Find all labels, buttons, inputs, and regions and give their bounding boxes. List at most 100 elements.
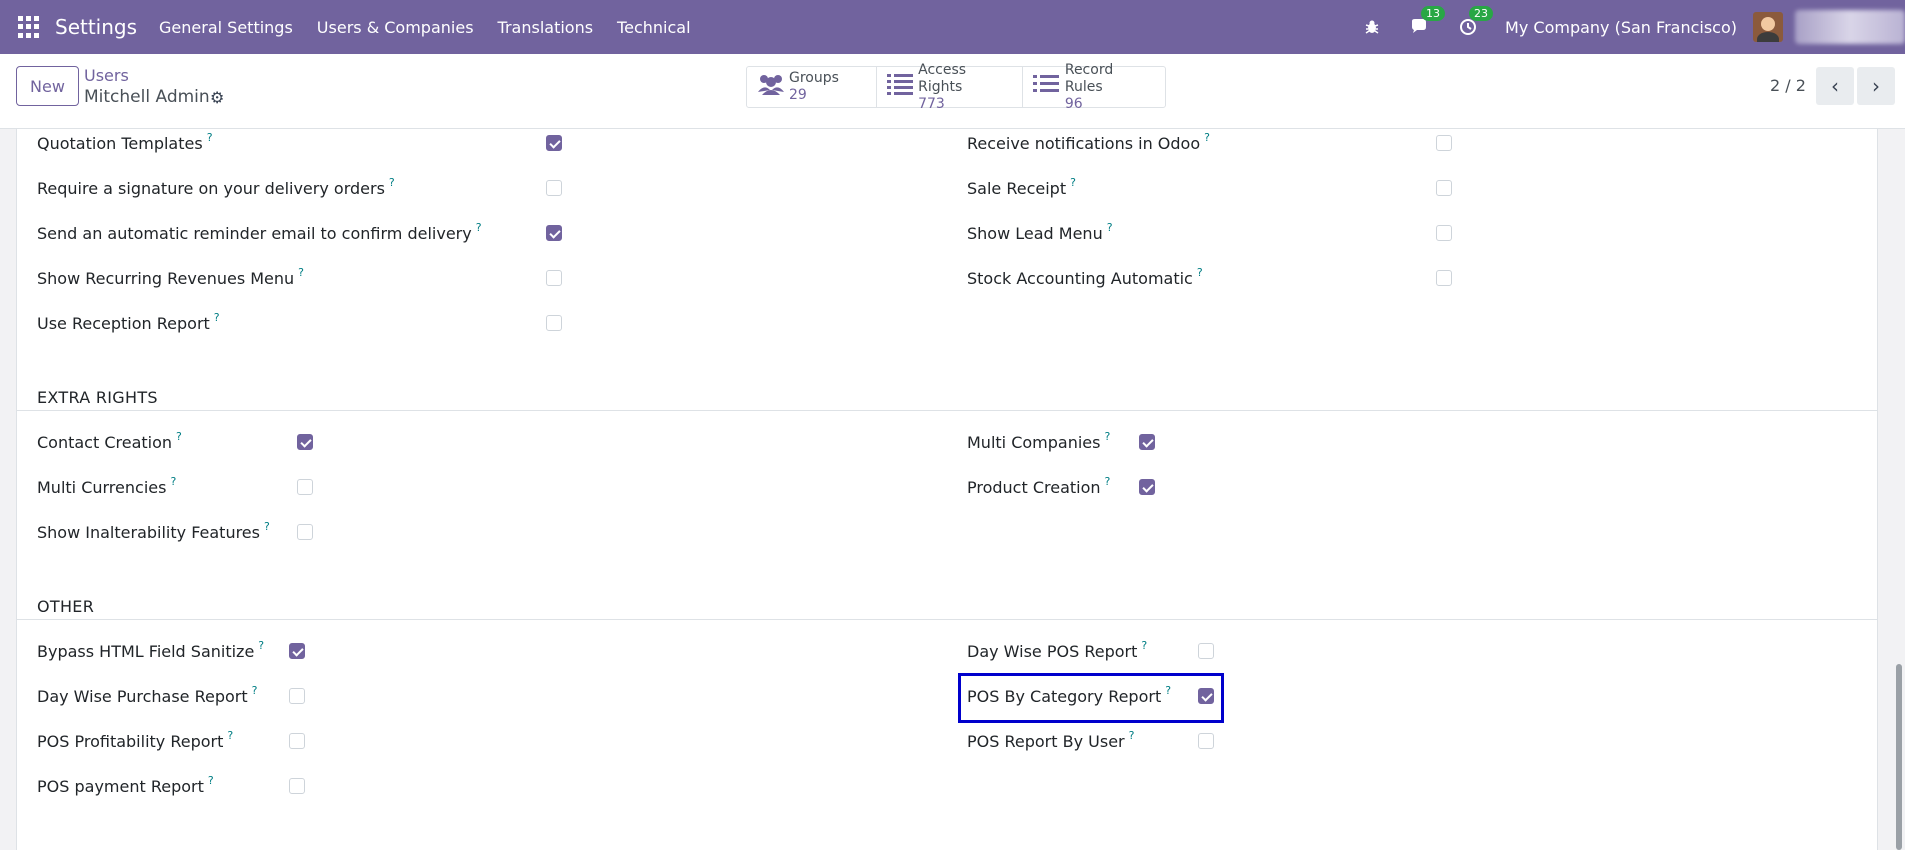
checkbox-require-signature[interactable] [546, 180, 562, 196]
help-tooltip-icon[interactable]: ? [1070, 176, 1076, 189]
help-tooltip-icon[interactable]: ? [1129, 729, 1135, 742]
help-tooltip-icon[interactable]: ? [1107, 221, 1113, 234]
user-name-blurred[interactable] [1795, 10, 1905, 44]
checkbox-day-wise-purchase-report[interactable] [289, 688, 305, 704]
help-tooltip-icon[interactable]: ? [207, 131, 213, 144]
user-avatar[interactable] [1753, 12, 1783, 42]
section-divider [16, 410, 1878, 411]
app-title[interactable]: Settings [55, 15, 137, 39]
checkbox-reception-report[interactable] [546, 315, 562, 331]
help-tooltip-icon[interactable]: ? [298, 266, 304, 279]
section-title-other: OTHER [37, 597, 95, 616]
top-navbar: Settings General Settings Users & Compan… [0, 0, 1905, 54]
checkbox-day-wise-pos-report[interactable] [1198, 643, 1214, 659]
record-rules-count: 96 [1064, 95, 1083, 112]
field-recurring-revenues-menu: Show Recurring Revenues Menu? [37, 265, 305, 288]
checkbox-pos-report-by-user[interactable] [1198, 733, 1214, 749]
activities-clock-icon[interactable]: 23 [1457, 6, 1494, 38]
debug-bug-icon[interactable] [1361, 16, 1383, 38]
field-quotation-templates: Quotation Templates? [37, 130, 213, 153]
section-title-extra-rights: EXTRA RIGHTS [37, 388, 158, 407]
access-rights-count: 773 [918, 95, 945, 112]
field-receive-notifications: Receive notifications in Odoo? [967, 130, 1210, 153]
help-tooltip-icon[interactable]: ? [389, 176, 395, 189]
help-tooltip-icon[interactable]: ? [208, 774, 214, 787]
breadcrumb-users[interactable]: Users [84, 66, 129, 85]
menu-users-companies[interactable]: Users & Companies [317, 18, 474, 37]
help-tooltip-icon[interactable]: ? [1104, 430, 1110, 443]
access-rights-smart-button[interactable]: Access Rights 773 [877, 62, 1023, 112]
field-multi-currencies: Multi Currencies? [37, 474, 177, 497]
breadcrumb-current-record: Mitchell Admin [84, 87, 210, 107]
menu-general-settings[interactable]: General Settings [159, 18, 293, 37]
field-product-creation: Product Creation? [967, 474, 1111, 497]
menu-translations[interactable]: Translations [498, 18, 594, 37]
checkbox-quotation-templates[interactable] [546, 135, 562, 151]
field-show-lead-menu: Show Lead Menu? [967, 220, 1113, 243]
field-day-wise-purchase-report: Day Wise Purchase Report? [37, 683, 258, 706]
field-pos-report-by-user: POS Report By User? [967, 728, 1135, 751]
section-divider [16, 619, 1878, 620]
pager-value[interactable]: 2 / 2 [1770, 76, 1806, 95]
help-tooltip-icon[interactable]: ? [214, 311, 220, 324]
checkbox-show-lead-menu[interactable] [1436, 225, 1452, 241]
checkbox-contact-creation[interactable] [297, 434, 313, 450]
messages-icon[interactable]: 13 [1409, 6, 1446, 38]
list-icon [1033, 73, 1065, 101]
new-button[interactable]: New [16, 66, 79, 106]
groups-count: 29 [789, 87, 807, 103]
checkbox-inalterability-features[interactable] [297, 524, 313, 540]
menu-technical[interactable]: Technical [617, 18, 690, 37]
pager-previous-button[interactable]: ‹ [1816, 67, 1854, 105]
help-tooltip-icon[interactable]: ? [1204, 131, 1210, 144]
apps-menu-icon[interactable] [18, 16, 40, 38]
messages-badge: 13 [1421, 6, 1446, 21]
field-contact-creation: Contact Creation? [37, 429, 182, 452]
help-tooltip-icon[interactable]: ? [258, 639, 264, 652]
activities-badge: 23 [1469, 6, 1494, 21]
checkbox-bypass-html-sanitize[interactable] [289, 643, 305, 659]
help-tooltip-icon[interactable]: ? [1197, 266, 1203, 279]
smart-buttons: Groups 29 Access Rights 773 Record Rules… [746, 62, 1166, 112]
groups-smart-button[interactable]: Groups 29 [747, 67, 877, 107]
control-panel: New Users Mitchell Admin ⚙ Groups 29 Acc… [0, 54, 1905, 129]
help-tooltip-icon[interactable]: ? [476, 221, 482, 234]
field-pos-payment-report: POS payment Report? [37, 773, 214, 796]
checkbox-multi-companies[interactable] [1139, 434, 1155, 450]
help-tooltip-icon[interactable]: ? [252, 684, 258, 697]
company-switcher[interactable]: My Company (San Francisco) [1505, 18, 1737, 37]
pager-next-button[interactable]: › [1857, 67, 1895, 105]
checkbox-reminder-email[interactable] [546, 225, 562, 241]
checkbox-pos-payment-report[interactable] [289, 778, 305, 794]
checkbox-sale-receipt[interactable] [1436, 180, 1452, 196]
field-day-wise-pos-report: Day Wise POS Report? [967, 638, 1148, 661]
help-tooltip-icon[interactable]: ? [1141, 639, 1147, 652]
highlight-box [958, 673, 1224, 723]
help-tooltip-icon[interactable]: ? [264, 520, 270, 533]
checkbox-pos-profitability-report[interactable] [289, 733, 305, 749]
checkbox-product-creation[interactable] [1139, 479, 1155, 495]
field-reception-report: Use Reception Report? [37, 310, 220, 333]
help-tooltip-icon[interactable]: ? [1105, 475, 1111, 488]
field-pos-profitability-report: POS Profitability Report? [37, 728, 234, 751]
chevron-left-icon: ‹ [1831, 74, 1839, 98]
checkbox-recurring-revenues-menu[interactable] [546, 270, 562, 286]
gear-icon[interactable]: ⚙ [210, 88, 224, 107]
help-tooltip-icon[interactable]: ? [170, 475, 176, 488]
help-tooltip-icon[interactable]: ? [176, 430, 182, 443]
chevron-right-icon: › [1872, 74, 1880, 98]
record-rules-smart-button[interactable]: Record Rules 96 [1023, 62, 1165, 112]
field-reminder-email: Send an automatic reminder email to conf… [37, 220, 482, 243]
help-tooltip-icon[interactable]: ? [227, 729, 233, 742]
access-rights-label: Access Rights [918, 61, 967, 95]
users-icon [757, 73, 789, 101]
groups-label: Groups [789, 70, 839, 86]
scrollbar-thumb[interactable] [1896, 664, 1902, 850]
checkbox-multi-currencies[interactable] [297, 479, 313, 495]
checkbox-stock-accounting-automatic[interactable] [1436, 270, 1452, 286]
field-bypass-html-sanitize: Bypass HTML Field Sanitize? [37, 638, 265, 661]
checkbox-receive-notifications[interactable] [1436, 135, 1452, 151]
list-icon [887, 73, 918, 101]
field-require-signature: Require a signature on your delivery ord… [37, 175, 395, 198]
record-rules-label: Record Rules [1064, 61, 1114, 95]
